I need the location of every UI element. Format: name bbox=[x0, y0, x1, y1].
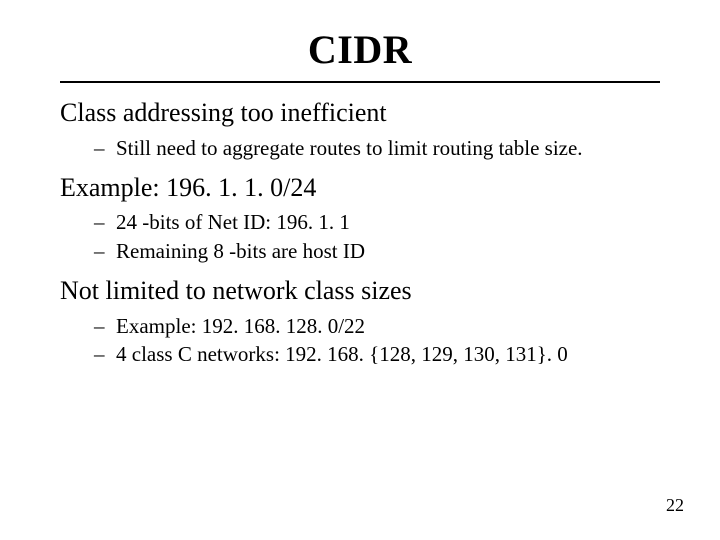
sub-item-text: Example: 192. 168. 128. 0/22 bbox=[116, 314, 365, 338]
sub-item-text: Remaining 8 -bits are host ID bbox=[116, 239, 365, 263]
sub-item-text: 24 -bits of Net ID: 196. 1. 1 bbox=[116, 210, 350, 234]
sub-item: – Still need to aggregate routes to limi… bbox=[60, 134, 660, 162]
dash-icon: – bbox=[94, 134, 105, 162]
bullet-heading-3: Not limited to network class sizes bbox=[60, 275, 660, 308]
sub-item: – Remaining 8 -bits are host ID bbox=[60, 237, 660, 265]
sub-item-text: 4 class C networks: 192. 168. {128, 129,… bbox=[116, 342, 568, 366]
sub-list-3: – Example: 192. 168. 128. 0/22 – 4 class… bbox=[60, 312, 660, 369]
sub-item: – Example: 192. 168. 128. 0/22 bbox=[60, 312, 660, 340]
slide: CIDR Class addressing too inefficient – … bbox=[0, 0, 720, 540]
sub-item: – 24 -bits of Net ID: 196. 1. 1 bbox=[60, 208, 660, 236]
dash-icon: – bbox=[94, 340, 105, 368]
sub-item-text: Still need to aggregate routes to limit … bbox=[116, 136, 583, 160]
slide-title: CIDR bbox=[60, 26, 660, 73]
sub-list-1: – Still need to aggregate routes to limi… bbox=[60, 134, 660, 162]
bullet-heading-1: Class addressing too inefficient bbox=[60, 97, 660, 130]
dash-icon: – bbox=[94, 237, 105, 265]
title-underline bbox=[60, 81, 660, 83]
bullet-heading-2: Example: 196. 1. 1. 0/24 bbox=[60, 172, 660, 205]
sub-item: – 4 class C networks: 192. 168. {128, 12… bbox=[60, 340, 660, 368]
sub-list-2: – 24 -bits of Net ID: 196. 1. 1 – Remain… bbox=[60, 208, 660, 265]
page-number: 22 bbox=[666, 495, 684, 516]
dash-icon: – bbox=[94, 208, 105, 236]
dash-icon: – bbox=[94, 312, 105, 340]
